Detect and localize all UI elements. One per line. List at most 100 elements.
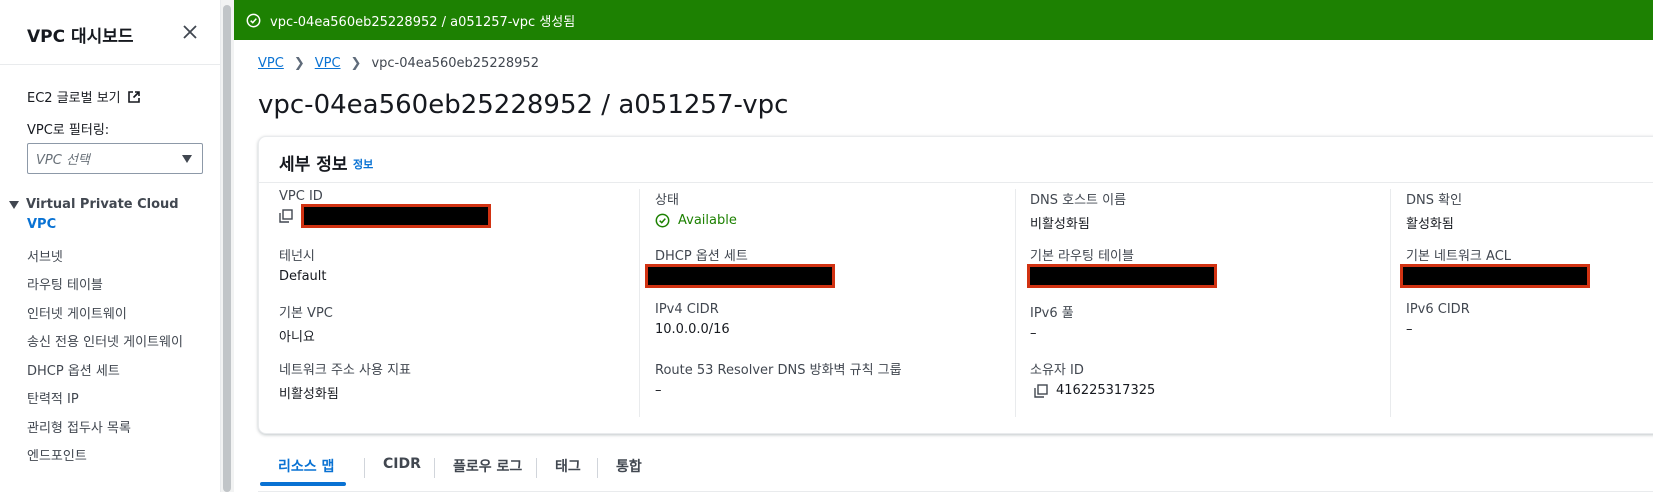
field-route53-resolver: Route 53 Resolver DNS 방화벽 규칙 그룹 – [655,359,902,398]
tab-divider [597,458,598,478]
vpc-filter-placeholder: VPC 선택 [36,153,90,168]
section-virtual-private-cloud[interactable]: Virtual Private Cloud [9,197,179,212]
info-link[interactable]: 정보 [353,156,373,172]
tab-flow-logs[interactable]: 플로우 로그 [453,456,522,476]
divider [0,64,220,65]
field-main-route-table: 기본 라우팅 테이블 [1027,245,1217,288]
default-vpc-label: 기본 VPC [279,306,333,321]
network-address-usage-value: 비활성화됨 [279,387,339,402]
chevron-right-icon: ❯ [293,56,305,71]
sidebar-item-endpoints[interactable]: 엔드포인트 [27,445,87,464]
field-dhcp-options: DHCP 옵션 세트 [645,245,835,288]
ipv4-cidr-label: IPv4 CIDR [655,302,719,317]
ec2-global-view-label: EC2 글로벌 보기 [27,91,121,106]
vpc-filter-label: VPC로 필터링: [27,123,110,138]
caret-down-icon [9,200,19,209]
column-divider [639,189,640,417]
ec2-global-view-link[interactable]: EC2 글로벌 보기 [27,87,141,106]
main-network-acl-label: 기본 네트워크 ACL [1406,249,1512,264]
tab-divider [434,458,435,478]
owner-id-label: 소유자 ID [1030,363,1084,378]
main-route-table-value [1027,264,1217,288]
field-tenancy: 테넌시 Default [279,245,327,284]
main-network-acl-value [1400,264,1590,288]
tab-cidr[interactable]: CIDR [383,456,421,472]
ipv6-pool-label: IPv6 풀 [1030,306,1074,321]
redacted-value [301,204,491,228]
vpc-filter-select[interactable]: VPC 선택 [27,143,203,174]
route53-resolver-value: – [655,383,662,398]
breadcrumb-current: vpc-04ea560eb25228952 [371,56,539,71]
active-tab-indicator [260,482,346,486]
tab-resource-map[interactable]: 리소스 맵 [278,456,334,476]
main-content: vpc-04ea560eb25228952 / a051257-vpc 생성됨 … [234,0,1653,492]
tenancy-label: 테넌시 [279,249,315,264]
page-title: vpc-04ea560eb25228952 / a051257-vpc [258,90,789,120]
breadcrumb: VPC ❯ VPC ❯ vpc-04ea560eb25228952 [258,56,539,71]
field-network-address-usage: 네트워크 주소 사용 지표 비활성화됨 [279,359,411,402]
state-label: 상태 [655,193,679,208]
ipv6-cidr-value: – [1406,322,1413,337]
tab-integrations[interactable]: 통합 [616,456,642,476]
copy-icon[interactable] [1034,383,1048,398]
tab-divider [364,458,365,478]
dns-hostnames-value: 비활성화됨 [1030,217,1090,232]
default-vpc-value: 아니요 [279,330,315,345]
ipv4-cidr-value: 10.0.0.0/16 [655,322,730,337]
sidebar-item-egress-only-igw[interactable]: 송신 전용 인터넷 게이트웨이 [27,331,183,350]
section-label: Virtual Private Cloud [26,197,179,212]
dns-resolution-value: 활성화됨 [1406,217,1454,232]
dhcp-options-label: DHCP 옵션 세트 [655,249,748,264]
sidebar-item-internet-gateways[interactable]: 인터넷 게이트웨이 [27,303,127,322]
breadcrumb-vpc-root[interactable]: VPC [258,56,284,71]
sidebar-item-dhcp-options[interactable]: DHCP 옵션 세트 [27,360,120,379]
redacted-value [645,264,835,288]
network-address-usage-label: 네트워크 주소 사용 지표 [279,363,411,378]
success-flash-bar: vpc-04ea560eb25228952 / a051257-vpc 생성됨 [234,0,1653,40]
tab-tags[interactable]: 태그 [555,456,581,476]
external-link-icon [127,90,140,103]
sidebar-item-vpc[interactable]: VPC [27,217,56,232]
sidebar-item-prefix-lists[interactable]: 관리형 접두사 목록 [27,417,131,436]
field-vpc-id: VPC ID [279,189,491,228]
tab-divider [536,458,537,478]
detail-tabs: 리소스 맵 CIDR 플로우 로그 태그 통합 [258,446,1653,492]
route53-resolver-label: Route 53 Resolver DNS 방화벽 규칙 그룹 [655,363,902,378]
redacted-value [1400,264,1590,288]
details-column-4: DNS 확인 활성화됨 기본 네트워크 ACL IPv6 CIDR – [1400,189,1653,427]
chevron-right-icon: ❯ [350,56,362,71]
vpc-id-value [279,204,491,228]
ipv6-cidr-label: IPv6 CIDR [1406,302,1470,317]
sidebar-item-route-tables[interactable]: 라우팅 테이블 [27,274,103,293]
sidebar: VPC 대시보드 EC2 글로벌 보기 VPC로 필터링: VPC 선택 Vir… [0,0,220,492]
sidebar-scrollbar-thumb[interactable] [223,5,231,492]
details-column-1: VPC ID 테넌시 Default 기본 VPC 아니요 네트워크 주소 사용 [279,189,634,427]
dns-resolution-label: DNS 확인 [1406,193,1463,208]
field-default-vpc: 기본 VPC 아니요 [279,302,333,345]
breadcrumb-vpc-list[interactable]: VPC [315,56,341,71]
dns-hostnames-label: DNS 호스트 이름 [1030,193,1127,208]
column-divider [1015,189,1016,417]
sidebar-item-elastic-ips[interactable]: 탄력적 IP [27,388,79,407]
redacted-value [1027,264,1217,288]
check-circle-icon [246,13,261,27]
state-text: Available [678,213,737,228]
field-state: 상태 Available [655,189,737,228]
field-owner-id: 소유자 ID 416225317325 [1030,359,1155,398]
status-check-icon [655,213,670,228]
state-value: Available [655,213,737,228]
owner-id-value: 416225317325 [1030,383,1155,398]
flash-message: vpc-04ea560eb25228952 / a051257-vpc 생성됨 [270,14,576,30]
main-route-table-label: 기본 라우팅 테이블 [1030,249,1134,264]
sidebar-item-subnets[interactable]: 서브넷 [27,246,63,265]
vpc-id-label: VPC ID [279,189,323,204]
details-column-3: DNS 호스트 이름 비활성화됨 기본 라우팅 테이블 IPv6 풀 – 소유자… [1027,189,1385,427]
owner-id-text: 416225317325 [1056,383,1156,398]
details-panel-header: 세부 정보 정보 [259,137,1653,183]
field-ipv6-pool: IPv6 풀 – [1030,302,1074,341]
copy-icon[interactable] [279,209,293,223]
close-icon[interactable] [180,22,200,42]
field-dns-hostnames: DNS 호스트 이름 비활성화됨 [1030,189,1126,232]
field-dns-resolution: DNS 확인 활성화됨 [1406,189,1462,232]
field-main-network-acl: 기본 네트워크 ACL [1400,245,1590,288]
